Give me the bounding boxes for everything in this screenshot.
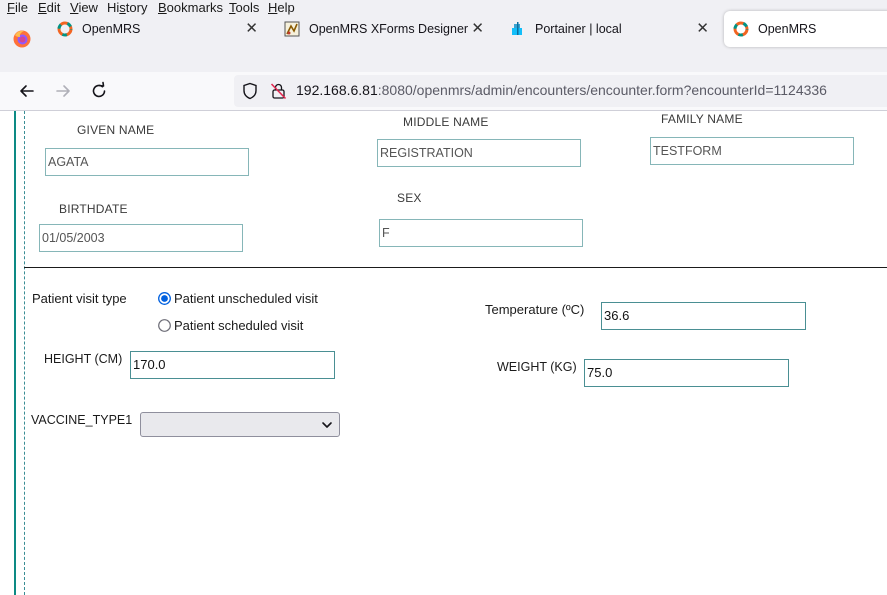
- navigation-bar: 192.168.6.81:8080/openmrs/admin/encounte…: [0, 72, 887, 111]
- left-border: [14, 111, 16, 595]
- tab-title: OpenMRS: [82, 22, 141, 36]
- close-tab-icon[interactable]: ✕: [696, 21, 709, 36]
- unscheduled-visit-label[interactable]: Patient unscheduled visit: [174, 291, 318, 306]
- temperature-field[interactable]: 36.6: [601, 302, 806, 330]
- birthdate-field[interactable]: 01/05/2003: [39, 224, 243, 252]
- openmrs-logo-icon: [57, 21, 73, 37]
- dashed-guide: [24, 111, 25, 595]
- tab-title: Portainer | local: [535, 22, 622, 36]
- tab-title: OpenMRS XForms Designer: [309, 22, 469, 36]
- url-host: 192.168.6.81: [296, 82, 378, 98]
- family-name-label: FAMILY NAME: [661, 112, 743, 126]
- scheduled-visit-label[interactable]: Patient scheduled visit: [174, 318, 303, 333]
- height-field[interactable]: 170.0: [130, 351, 335, 379]
- firefox-view-icon[interactable]: [12, 29, 32, 49]
- tab-openmrs-active[interactable]: OpenMRS: [724, 11, 887, 47]
- forward-arrow-icon[interactable]: [53, 81, 73, 101]
- height-label: HEIGHT (CM): [44, 352, 123, 366]
- birthdate-label: BIRTHDATE: [59, 202, 128, 216]
- given-name-field[interactable]: AGATA: [45, 148, 249, 176]
- tab-xforms-designer[interactable]: OpenMRS XForms Designer ✕: [272, 11, 498, 47]
- close-tab-icon[interactable]: ✕: [471, 21, 484, 36]
- reload-icon[interactable]: [89, 81, 109, 101]
- shield-icon[interactable]: [242, 82, 258, 100]
- sex-field[interactable]: F: [379, 219, 583, 247]
- url-text[interactable]: 192.168.6.81:8080/openmrs/admin/encounte…: [296, 82, 827, 98]
- tab-portainer[interactable]: Portainer | local ✕: [498, 11, 723, 47]
- xforms-designer-icon: [284, 21, 300, 37]
- weight-field[interactable]: 75.0: [584, 359, 789, 387]
- radio-unscheduled-visit[interactable]: [158, 292, 171, 305]
- portainer-icon: [512, 22, 522, 35]
- weight-label: WEIGHT (KG): [497, 360, 577, 374]
- middle-name-field[interactable]: REGISTRATION: [377, 139, 581, 167]
- radio-scheduled-visit[interactable]: [158, 319, 171, 332]
- insecure-lock-icon[interactable]: [270, 82, 287, 100]
- openmrs-logo-icon: [733, 21, 749, 37]
- tab-openmrs-1[interactable]: OpenMRS ✕: [45, 11, 272, 47]
- visit-type-label: Patient visit type: [32, 291, 127, 306]
- url-bar[interactable]: 192.168.6.81:8080/openmrs/admin/encounte…: [234, 75, 887, 107]
- tab-title: OpenMRS: [758, 22, 817, 36]
- back-arrow-icon[interactable]: [17, 81, 37, 101]
- vaccine-type-select[interactable]: [140, 412, 340, 437]
- given-name-label: GIVEN NAME: [77, 123, 155, 137]
- middle-name-label: MIDDLE NAME: [403, 115, 489, 129]
- family-name-field[interactable]: TESTFORM: [650, 137, 854, 165]
- page-content: GIVEN NAME AGATA MIDDLE NAME REGISTRATIO…: [0, 111, 887, 595]
- vaccine-type-label: VACCINE_TYPE1: [31, 413, 133, 427]
- section-divider: [24, 267, 887, 268]
- temperature-label: Temperature (ºC): [485, 302, 585, 317]
- menu-file[interactable]: File: [7, 0, 28, 15]
- url-path: :8080/openmrs/admin/encounters/encounter…: [377, 82, 827, 98]
- chevron-down-icon: [322, 422, 332, 428]
- sex-label: SEX: [397, 191, 422, 205]
- close-tab-icon[interactable]: ✕: [245, 21, 258, 36]
